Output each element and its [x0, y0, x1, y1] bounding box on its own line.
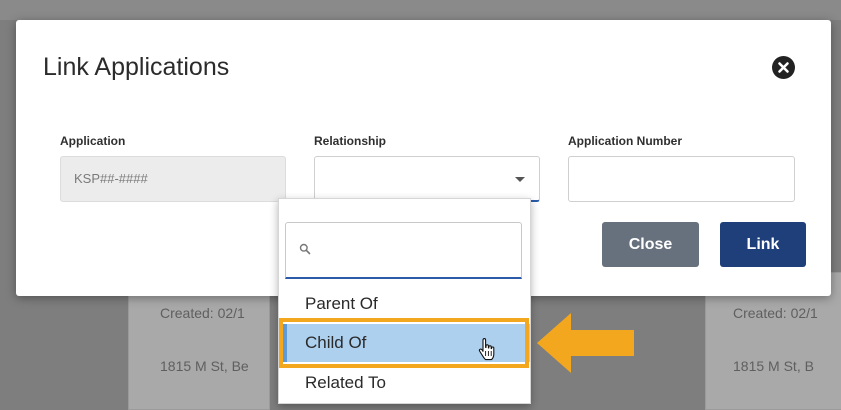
background-created-right: Created: 02/1 — [733, 305, 818, 321]
application-value: KSP##-#### — [74, 171, 148, 186]
search-icon — [299, 243, 311, 255]
option-related-to[interactable]: Related To — [279, 364, 530, 402]
relationship-label: Relationship — [314, 134, 387, 148]
option-parent-of[interactable]: Parent Of — [279, 285, 530, 323]
relationship-dropdown: Parent Of Child Of Related To — [278, 198, 531, 404]
relationship-select[interactable] — [314, 156, 540, 202]
link-button[interactable]: Link — [720, 222, 806, 267]
background-top-strip — [0, 0, 841, 20]
application-field: KSP##-#### — [60, 156, 286, 202]
background-address-right: 1815 M St, B — [733, 358, 814, 374]
application-number-label: Application Number — [568, 134, 683, 148]
arrow-left-icon — [537, 313, 634, 373]
close-button[interactable]: Close — [602, 222, 699, 267]
modal-title: Link Applications — [43, 53, 230, 81]
application-number-field[interactable] — [568, 156, 795, 202]
close-icon[interactable] — [772, 56, 795, 79]
application-label: Application — [60, 134, 126, 148]
hand-pointer-icon — [478, 338, 495, 361]
background-address-left: 1815 M St, Be — [160, 358, 249, 374]
background-created-left: Created: 02/1 — [160, 305, 245, 321]
dropdown-search-input[interactable] — [285, 222, 522, 279]
chevron-down-icon — [515, 177, 525, 182]
